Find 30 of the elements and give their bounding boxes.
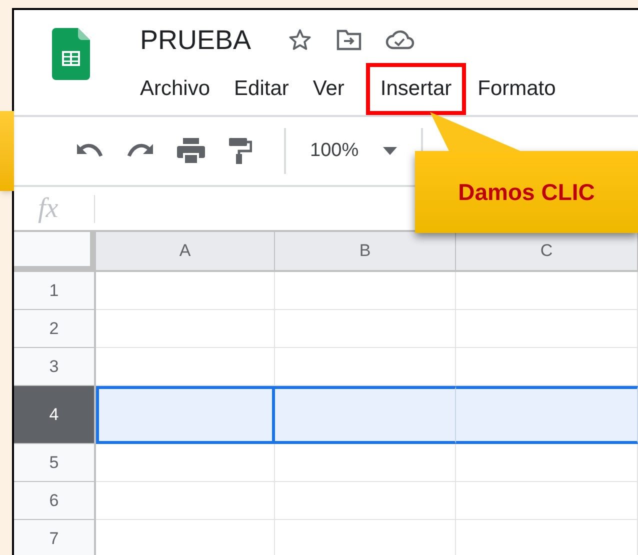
row-header[interactable]: 3	[14, 348, 96, 386]
row-header[interactable]: 2	[14, 310, 96, 348]
table-cell[interactable]	[456, 386, 638, 444]
menu-item[interactable]: Formato	[476, 63, 558, 114]
row-header[interactable]: 5	[14, 444, 96, 482]
row-header[interactable]: 6	[14, 482, 96, 520]
menu-item[interactable]: Insertar	[366, 63, 466, 114]
print-icon[interactable]	[176, 137, 206, 165]
select-all-corner[interactable]	[14, 232, 96, 272]
column-header[interactable]: B	[275, 232, 456, 272]
table-cell[interactable]	[275, 386, 456, 444]
cloud-check-icon[interactable]	[385, 28, 416, 52]
menu-item[interactable]: Editar	[232, 63, 291, 114]
table-cell[interactable]	[96, 386, 275, 444]
row-header[interactable]: 7	[14, 520, 96, 555]
spreadsheet-logo-icon[interactable]	[52, 28, 90, 80]
caret-icon[interactable]	[382, 147, 397, 155]
callout: Damos CLIC	[415, 151, 638, 233]
document-title[interactable]: PRUEBA	[140, 20, 252, 60]
formula-label: fx	[37, 192, 60, 226]
star-icon[interactable]	[287, 27, 314, 53]
menu-item[interactable]: Ver	[310, 63, 346, 114]
menu-item[interactable]: Archivo	[138, 63, 212, 114]
row-header[interactable]: 4	[14, 386, 96, 444]
row-header[interactable]: 1	[14, 272, 96, 310]
column-header[interactable]: C	[456, 232, 638, 272]
paint-roller-icon[interactable]	[228, 137, 252, 165]
folder-icon[interactable]	[335, 28, 364, 52]
column-header[interactable]: A	[96, 232, 275, 272]
zoom-dropdown[interactable]: 100%	[310, 136, 359, 166]
